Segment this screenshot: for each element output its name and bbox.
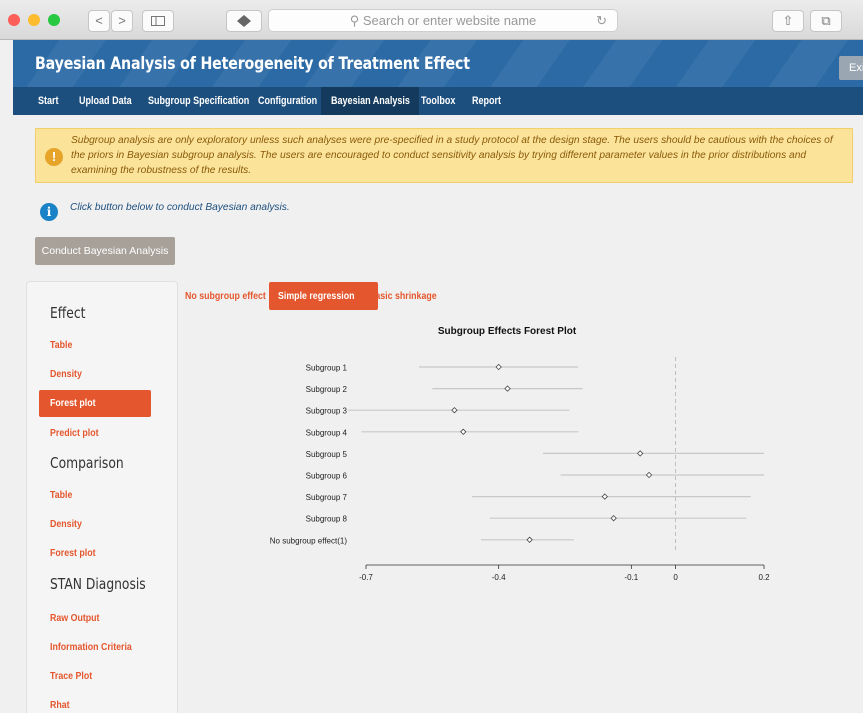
sidebar-item-comparison-table[interactable]: Table [39, 482, 151, 509]
sidebar-item-label: Forest plot [50, 397, 96, 409]
main-content: ! Subgroup analysis are only exploratory… [13, 115, 863, 713]
forward-button[interactable]: > [111, 10, 133, 32]
conduct-analysis-button[interactable]: Conduct Bayesian Analysis [35, 237, 175, 265]
row-label: Subgroup 4 [306, 428, 348, 437]
nav-report[interactable]: Report [472, 87, 501, 115]
tab-label: No subgroup effect [185, 290, 266, 302]
tab-label: Simple regression [278, 290, 355, 302]
exit-button[interactable]: Exit [839, 56, 863, 80]
estimate-marker [526, 536, 533, 543]
sidebar-section-stan-diagnosis: STAN Diagnosis [50, 575, 146, 593]
sidebar-item-rhat[interactable]: Rhat [39, 692, 151, 713]
sidebar-item-effect-forest-plot[interactable]: Forest plot [39, 390, 151, 417]
x-tick-label: -0.1 [624, 573, 638, 582]
sidebar-toggle-button[interactable] [142, 10, 174, 32]
estimate-marker [601, 493, 608, 500]
sidebar-icon [151, 16, 165, 26]
share-icon: ⇧ [782, 13, 794, 28]
row-label: Subgroup 8 [306, 515, 348, 524]
app-title: Bayesian Analysis of Heterogeneity of Tr… [35, 54, 470, 73]
window-close-button[interactable] [8, 14, 20, 26]
sidebar-item-label: Predict plot [50, 427, 99, 439]
nav-subgroup-specification[interactable]: Subgroup Specification [148, 87, 249, 115]
warning-icon: ! [45, 148, 63, 166]
results-sidebar: Effect Table Density Forest plot Predict… [26, 281, 178, 713]
sidebar-item-effect-density[interactable]: Density [39, 361, 151, 388]
address-bar[interactable]: ⚲ Search or enter website name ↻ [268, 9, 618, 32]
chevron-left-icon: < [95, 13, 103, 28]
window-zoom-button[interactable] [48, 14, 60, 26]
row-label: Subgroup 5 [306, 450, 348, 459]
sidebar-item-label: Raw Output [50, 612, 100, 624]
warning-alert: ! Subgroup analysis are only exploratory… [35, 128, 853, 183]
main-navbar: Start Upload Data Subgroup Specification… [13, 87, 863, 115]
forest-plot: Subgroup Effects Forest Plot Subgroup 1 S… [270, 326, 770, 582]
sidebar-item-label: Forest plot [50, 547, 96, 559]
sidebar-section-effect: Effect [50, 304, 86, 322]
row-label: Subgroup 1 [306, 364, 348, 373]
x-tick-label: 0 [673, 573, 678, 582]
nav-toolbox[interactable]: Toolbox [421, 87, 455, 115]
x-tick-label: -0.4 [492, 573, 506, 582]
estimate-marker [610, 515, 617, 522]
sidebar-item-label: Density [50, 518, 82, 530]
x-tick-label: 0.2 [758, 573, 770, 582]
sidebar-item-effect-predict-plot[interactable]: Predict plot [39, 420, 151, 447]
tabs-icon: ⧉ [821, 13, 831, 28]
shield-icon [237, 15, 251, 27]
sidebar-item-label: Table [50, 489, 73, 501]
sidebar-item-label: Rhat [50, 699, 70, 711]
info-message: Click button below to conduct Bayesian a… [70, 202, 290, 213]
nav-upload-data[interactable]: Upload Data [79, 87, 132, 115]
x-tick-label: -0.7 [359, 573, 373, 582]
window-minimize-button[interactable] [28, 14, 40, 26]
estimate-marker [637, 450, 644, 457]
sidebar-item-trace-plot[interactable]: Trace Plot [39, 663, 151, 690]
sidebar-item-comparison-density[interactable]: Density [39, 511, 151, 538]
sidebar-section-comparison: Comparison [50, 454, 124, 472]
back-button[interactable]: < [88, 10, 110, 32]
warning-line: examining the robustness of the results. [71, 165, 252, 176]
sidebar-item-raw-output[interactable]: Raw Output [39, 605, 151, 632]
sidebar-item-label: Table [50, 339, 73, 351]
tab-no-subgroup-effect[interactable]: No subgroup effect [185, 282, 281, 310]
nav-bayesian-analysis[interactable]: Bayesian Analysis [331, 87, 410, 115]
tab-simple-regression[interactable]: Simple regression [269, 282, 379, 310]
nav-start[interactable]: Start [38, 87, 59, 115]
tabs-button[interactable]: ⧉ [810, 10, 842, 32]
row-label: Subgroup 2 [306, 385, 348, 394]
sidebar-item-label: Trace Plot [50, 670, 93, 682]
share-button[interactable]: ⇧ [772, 10, 804, 32]
tab-basic-shrinkage[interactable]: Basic shrinkage [369, 282, 450, 310]
sidebar-item-comparison-forest-plot[interactable]: Forest plot [39, 540, 151, 567]
sidebar-item-effect-table[interactable]: Table [39, 332, 151, 359]
info-icon: i [40, 203, 58, 221]
warning-line: Subgroup analysis are only exploratory u… [71, 135, 833, 146]
extension-button[interactable] [226, 10, 262, 32]
warning-line: the priors in Bayesian subgroup analysis… [71, 150, 807, 161]
row-label: No subgroup effect(1) [270, 536, 348, 545]
browser-toolbar: < > ⚲ Search or enter website name ↻ ⇧ ⧉ [0, 0, 863, 40]
nav-configuration[interactable]: Configuration [258, 87, 317, 115]
address-placeholder: Search or enter website name [362, 13, 537, 28]
estimate-marker [645, 471, 653, 479]
chart-title: Subgroup Effects Forest Plot [438, 326, 577, 337]
row-label: Subgroup 7 [306, 493, 348, 502]
tab-label: Basic shrinkage [369, 290, 437, 302]
estimate-marker [504, 385, 511, 392]
sidebar-item-label: Density [50, 368, 82, 380]
app-header: Bayesian Analysis of Heterogeneity of Tr… [13, 40, 863, 87]
row-label: Subgroup 6 [306, 472, 348, 481]
chevron-right-icon: > [118, 13, 126, 28]
estimate-marker [451, 407, 458, 414]
sidebar-item-label: Information Criteria [50, 641, 132, 653]
row-label: Subgroup 3 [306, 407, 348, 416]
estimate-marker [495, 363, 502, 371]
reload-icon[interactable]: ↻ [596, 10, 607, 31]
estimate-marker [460, 428, 467, 435]
sidebar-item-information-criteria[interactable]: Information Criteria [39, 634, 151, 661]
search-icon: ⚲ [349, 13, 360, 28]
